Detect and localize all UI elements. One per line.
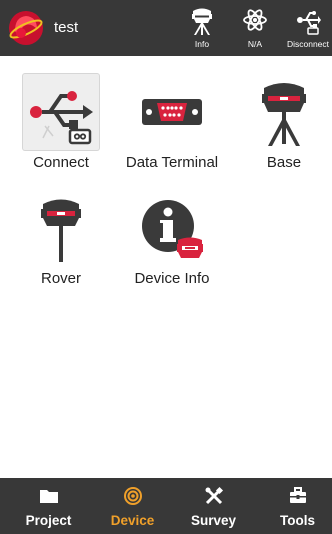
disconnect-button-label: Disconnect — [286, 39, 330, 49]
base-label: Base — [266, 154, 302, 171]
survey-tools-icon — [205, 486, 223, 505]
nav-tools[interactable]: Tools — [256, 478, 332, 534]
na-button[interactable]: N/A — [229, 4, 281, 54]
rover-icon-frame — [23, 190, 99, 266]
nav-device[interactable]: Device — [91, 478, 174, 534]
atom-icon — [243, 9, 267, 31]
base-tile[interactable]: Base — [230, 56, 332, 176]
device-info-tile[interactable]: Device Info — [118, 172, 226, 292]
bottom-navigation: Project Device Survey Tools — [0, 478, 332, 534]
project-title: test — [54, 19, 79, 36]
rover-label: Rover — [40, 270, 81, 287]
gnss-receiver-icon — [192, 8, 212, 35]
data-terminal-tile[interactable]: Data Terminal — [118, 56, 226, 176]
serial-port-icon — [142, 99, 202, 125]
folder-icon — [39, 490, 58, 503]
app-logo-icon[interactable] — [7, 9, 45, 47]
nav-tools-label: Tools — [280, 513, 315, 528]
nav-survey[interactable]: Survey — [172, 478, 255, 534]
nav-project[interactable]: Project — [7, 478, 90, 534]
data-terminal-label: Data Terminal — [125, 154, 219, 171]
device-info-icon-frame — [134, 190, 210, 266]
usb-icon — [297, 11, 321, 35]
disconnect-button[interactable]: Disconnect — [282, 4, 332, 54]
nav-project-label: Project — [25, 513, 72, 528]
device-info-label: Device Info — [134, 270, 210, 287]
connect-tile[interactable]: Connect — [7, 56, 115, 176]
nav-device-label: Device — [110, 513, 155, 528]
connect-label: Connect — [33, 154, 89, 171]
base-icon-frame — [246, 74, 322, 150]
device-info-icon — [142, 200, 203, 258]
device-radio-icon — [123, 487, 142, 505]
top-app-bar: test Info N/A Disconnect — [0, 0, 332, 56]
data-terminal-icon-frame — [134, 74, 210, 150]
nav-survey-label: Survey — [190, 513, 237, 528]
rover-tile[interactable]: Rover — [7, 172, 115, 292]
na-button-label: N/A — [247, 39, 263, 49]
base-receiver-icon — [262, 83, 306, 146]
usb-connect-icon — [30, 91, 93, 145]
info-button-label: Info — [194, 39, 210, 49]
rover-receiver-icon — [41, 199, 81, 262]
toolbox-icon — [289, 487, 306, 503]
info-button[interactable]: Info — [176, 4, 228, 54]
connect-tile-icon-frame — [23, 74, 99, 150]
